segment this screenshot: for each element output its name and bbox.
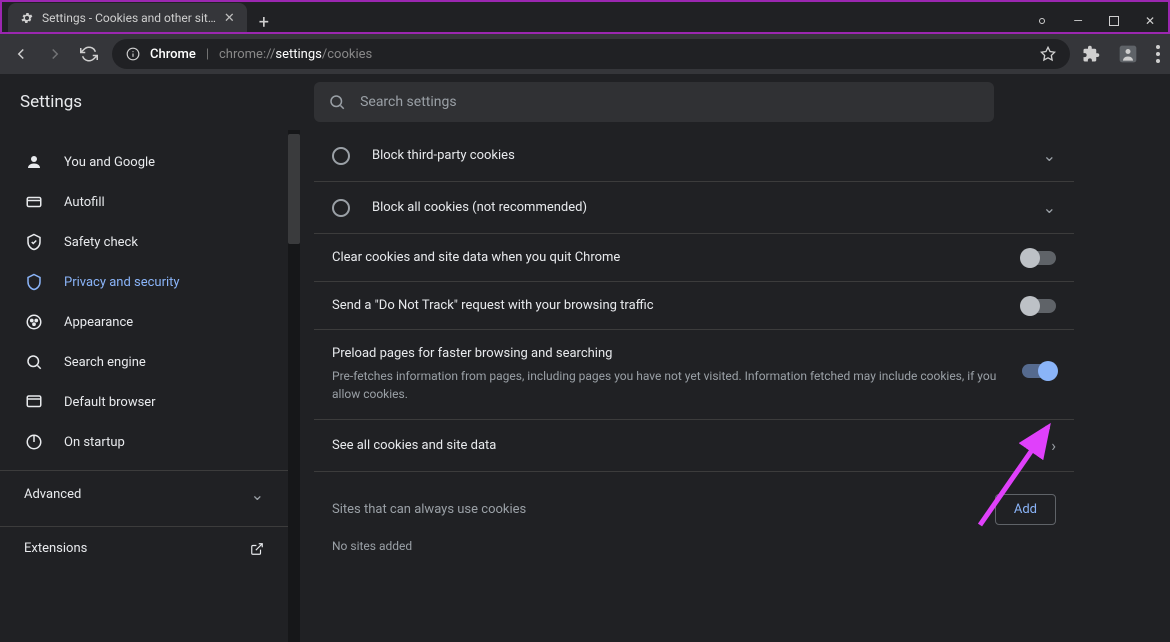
sidebar-item-search-engine[interactable]: Search engine	[0, 342, 288, 382]
window-controls: — ✕	[1036, 15, 1170, 33]
autofill-icon	[24, 192, 44, 212]
sidebar-item-privacy-security[interactable]: Privacy and security	[0, 262, 288, 302]
sidebar-item-label: Autofill	[64, 195, 105, 210]
radio-icon[interactable]	[332, 199, 350, 217]
search-icon	[24, 352, 44, 372]
radio-block-all-cookies[interactable]: Block all cookies (not recommended) ⌄	[314, 182, 1074, 234]
bookmark-icon[interactable]	[1040, 46, 1056, 62]
sidebar-item-autofill[interactable]: Autofill	[0, 182, 288, 222]
forward-icon[interactable]	[44, 43, 66, 65]
gear-icon[interactable]	[1036, 15, 1048, 27]
extensions-icon[interactable]	[1082, 45, 1100, 63]
close-icon[interactable]: ✕	[224, 11, 235, 26]
scrollbar-thumb[interactable]	[288, 134, 300, 244]
sidebar-item-on-startup[interactable]: On startup	[0, 422, 288, 462]
toggle-switch[interactable]	[1022, 299, 1056, 313]
section-title: Sites that can always use cookies	[332, 502, 995, 517]
toggle-clear-on-quit: Clear cookies and site data when you qui…	[314, 234, 1074, 282]
section-sites-always-use: Sites that can always use cookies Add	[314, 472, 1074, 535]
row-label: Preload pages for faster browsing and se…	[332, 346, 1022, 361]
back-icon[interactable]	[10, 43, 32, 65]
sidebar-item-label: Safety check	[64, 235, 138, 250]
link-see-all-cookies[interactable]: See all cookies and site data ›	[314, 420, 1074, 472]
address-bar[interactable]: Chrome | chrome://settings/cookies	[112, 39, 1070, 69]
sidebar-item-appearance[interactable]: Appearance	[0, 302, 288, 342]
row-description: Pre-fetches information from pages, incl…	[332, 367, 1022, 403]
sidebar-extensions[interactable]: Extensions	[0, 526, 288, 570]
sidebar-item-you-and-google[interactable]: You and Google	[0, 142, 288, 182]
row-label: See all cookies and site data	[332, 438, 1051, 453]
sidebar-advanced[interactable]: Advanced ⌄	[0, 470, 288, 518]
toggle-switch[interactable]	[1022, 364, 1056, 378]
sidebar-item-label: Search engine	[64, 355, 146, 370]
no-sites-text: No sites added	[314, 535, 1074, 571]
sidebar-item-default-browser[interactable]: Default browser	[0, 382, 288, 422]
page-title: Settings	[20, 92, 82, 112]
minimize-icon[interactable]: —	[1072, 15, 1084, 27]
tab-title: Settings - Cookies and other sit…	[42, 11, 216, 25]
new-tab-button[interactable]: +	[247, 12, 281, 33]
gear-icon	[20, 11, 34, 25]
settings-content: Block third-party cookies ⌄ Block all co…	[300, 130, 1170, 642]
power-icon	[24, 432, 44, 452]
person-icon	[24, 152, 44, 172]
row-label: Clear cookies and site data when you qui…	[332, 250, 1022, 265]
toggle-preload-pages: Preload pages for faster browsing and se…	[314, 330, 1074, 420]
external-link-icon	[250, 542, 264, 556]
settings-header: Settings Search settings	[0, 74, 1170, 130]
sidebar-item-label: You and Google	[64, 155, 155, 170]
browser-icon	[24, 392, 44, 412]
row-label: Block third-party cookies	[372, 148, 1043, 163]
sidebar-scrollbar[interactable]	[288, 130, 300, 642]
maximize-icon[interactable]	[1108, 15, 1120, 27]
extensions-label: Extensions	[24, 541, 87, 556]
menu-icon[interactable]	[1156, 45, 1160, 63]
address-url: chrome://settings/cookies	[219, 47, 372, 62]
reload-icon[interactable]	[78, 43, 100, 65]
sidebar-item-label: Privacy and security	[64, 275, 180, 290]
profile-icon[interactable]	[1118, 44, 1138, 64]
site-info-icon[interactable]	[126, 47, 140, 61]
sidebar-item-label: Default browser	[64, 395, 156, 410]
advanced-label: Advanced	[24, 487, 81, 502]
chevron-down-icon[interactable]: ⌄	[1043, 146, 1056, 165]
radio-icon[interactable]	[332, 147, 350, 165]
chevron-right-icon: ›	[1051, 436, 1056, 455]
safety-icon	[24, 232, 44, 252]
search-placeholder: Search settings	[360, 94, 457, 110]
toggle-do-not-track: Send a "Do Not Track" request with your …	[314, 282, 1074, 330]
radio-block-third-party[interactable]: Block third-party cookies ⌄	[314, 130, 1074, 182]
close-window-icon[interactable]: ✕	[1144, 15, 1156, 27]
sidebar-item-label: On startup	[64, 435, 125, 450]
window-titlebar: Settings - Cookies and other sit… ✕ + — …	[0, 0, 1170, 34]
sidebar-item-label: Appearance	[64, 315, 133, 330]
browser-toolbar: Chrome | chrome://settings/cookies	[0, 34, 1170, 74]
appearance-icon	[24, 312, 44, 332]
chevron-down-icon: ⌄	[251, 485, 264, 504]
row-label: Block all cookies (not recommended)	[372, 200, 1043, 215]
row-label: Send a "Do Not Track" request with your …	[332, 298, 1022, 313]
chevron-down-icon[interactable]: ⌄	[1043, 198, 1056, 217]
address-separator: |	[206, 47, 209, 62]
toggle-switch[interactable]	[1022, 251, 1056, 265]
search-icon	[328, 93, 346, 111]
add-button[interactable]: Add	[995, 494, 1056, 525]
address-prefix: Chrome	[150, 47, 196, 62]
shield-icon	[24, 272, 44, 292]
sidebar-item-safety-check[interactable]: Safety check	[0, 222, 288, 262]
search-input[interactable]: Search settings	[314, 82, 994, 122]
settings-sidebar: You and Google Autofill Safety check Pri…	[0, 130, 288, 642]
browser-tab[interactable]: Settings - Cookies and other sit… ✕	[8, 3, 247, 33]
